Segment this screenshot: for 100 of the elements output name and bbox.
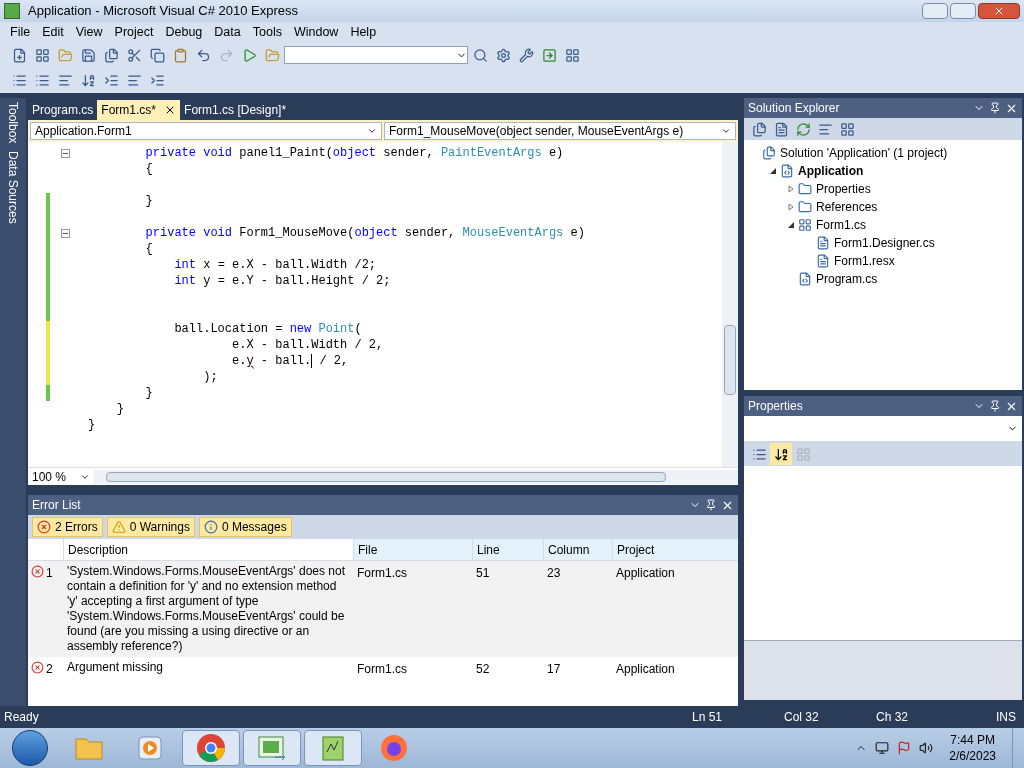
properties-icon	[798, 182, 812, 196]
panel-title: Solution Explorer	[748, 100, 841, 117]
flag-icon[interactable]	[897, 741, 912, 755]
find-combo-box[interactable]	[284, 46, 468, 64]
side-tab[interactable]: Data Sources	[4, 151, 22, 225]
horizontal-scrollbar[interactable]	[94, 469, 738, 484]
clock-time[interactable]: 7:44 PM	[950, 732, 995, 748]
code-line: {	[144, 161, 153, 178]
start-button[interactable]	[12, 730, 48, 766]
tree-item[interactable]: Program.cs	[816, 270, 878, 288]
member-dropdown[interactable]: Form1_MouseMove(object sender, MouseEventArgs e)	[384, 122, 736, 140]
code-line: }	[144, 193, 153, 210]
column-header[interactable]: Project	[612, 539, 738, 560]
filter-toggle[interactable]: 0 Warnings	[106, 517, 195, 537]
taskbar-button[interactable]	[304, 730, 362, 766]
network-icon[interactable]	[875, 741, 890, 755]
pin-icon[interactable]	[705, 499, 717, 511]
code-line: }	[115, 401, 124, 418]
project-icon	[780, 164, 794, 178]
play-icon[interactable]	[137, 735, 163, 761]
clock-date[interactable]: 2/6/2023	[949, 748, 996, 764]
browser-icon[interactable]	[379, 733, 409, 763]
menu-item[interactable]: File	[4, 22, 37, 42]
minimize-button[interactable]	[922, 3, 948, 19]
column-header[interactable]: Column	[543, 539, 612, 560]
type-dropdown[interactable]: Application.Form1	[30, 122, 382, 140]
column-header[interactable]: File	[353, 539, 472, 560]
notepad-icon[interactable]	[320, 734, 346, 762]
tree-item[interactable]: Form1.Designer.cs	[834, 234, 935, 252]
collapsed-arrow-icon[interactable]	[787, 185, 795, 193]
code-line: }	[144, 385, 153, 402]
code-line: private void panel1_Paint(object sender, PaintEventArgs e)	[144, 145, 564, 162]
csfile-icon	[798, 272, 812, 286]
tree-item[interactable]: Application	[798, 162, 864, 180]
menu-item[interactable]: Project	[108, 22, 160, 42]
code-line: int x = e.X - ball.Width /2;	[173, 257, 377, 274]
collapsed-arrow-icon[interactable]	[787, 203, 795, 211]
panel-title: Properties	[748, 398, 804, 415]
taskbar-button[interactable]	[243, 730, 301, 766]
menu-item[interactable]: Debug	[159, 22, 209, 42]
code-line: e.y - ball. / 2,	[231, 352, 349, 370]
scroll-thumb[interactable]	[724, 324, 736, 395]
pin-icon[interactable]	[989, 102, 1001, 114]
tree-item[interactable]: Form1.cs	[816, 216, 866, 234]
tree-item[interactable]: Form1.resx	[834, 252, 895, 270]
pin-icon[interactable]	[989, 400, 1001, 412]
menu-item[interactable]: Window	[287, 22, 345, 42]
form-icon	[798, 218, 812, 232]
close-button[interactable]	[978, 3, 1020, 19]
document-tab[interactable]: Form1.cs [Design]*	[180, 100, 291, 120]
collapse-toggle[interactable]	[60, 148, 70, 158]
menu-item[interactable]: Help	[344, 22, 383, 42]
expanded-arrow-icon[interactable]	[769, 167, 777, 175]
table-cell-text: Argument missing	[66, 660, 165, 676]
menu-item[interactable]: View	[69, 22, 109, 42]
status-message: Ready	[4, 709, 40, 726]
code-line: );	[202, 369, 218, 386]
column-header[interactable]: Line	[472, 539, 543, 560]
references-icon	[798, 200, 812, 214]
text-caret	[311, 353, 313, 368]
code-line: e.X - ball.Width / 2,	[231, 337, 384, 354]
menu-item[interactable]: Data	[208, 22, 247, 42]
alphabetical-icon[interactable]	[770, 443, 792, 465]
tree-item[interactable]: Properties	[816, 180, 871, 198]
zoom-dropdown[interactable]: 100 %	[28, 467, 94, 486]
table-cell-text: Application	[615, 661, 676, 678]
browser-icon[interactable]	[196, 733, 226, 763]
tree-item[interactable]: Solution 'Application' (1 project)	[780, 144, 948, 162]
status-char: Ch 32	[876, 709, 909, 726]
table-cell-text: 'System.Windows.Forms.MouseEventArgs' does not contain a definition for 'y' and no extension method 'y' accepting a first argument of type 'System.Windows.Forms.MouseEventArgs' could be found (are you missing a using directive or an assembly reference?)	[66, 564, 346, 654]
table-cell-text: 17	[546, 661, 562, 678]
volume-icon[interactable]	[919, 741, 934, 755]
filter-toggle[interactable]: 0 Messages	[198, 517, 292, 537]
info-icon	[203, 520, 218, 534]
restore-button[interactable]	[950, 3, 976, 19]
status-column: Col 32	[784, 708, 876, 726]
document-tab[interactable]: Form1.cs*	[97, 100, 181, 120]
side-tab[interactable]: Toolbox	[4, 102, 22, 144]
table-cell-text: 52	[475, 661, 491, 678]
menu-item[interactable]: Edit	[36, 22, 70, 42]
table-cell-text: Form1.cs	[356, 565, 408, 582]
error-icon	[31, 565, 44, 578]
vertical-scrollbar[interactable]	[722, 142, 738, 467]
code-window-icon[interactable]	[257, 735, 287, 761]
taskbar-button[interactable]	[182, 730, 240, 766]
menu-item[interactable]: Tools	[246, 22, 288, 42]
document-tab[interactable]: Program.cs	[28, 100, 98, 120]
expanded-arrow-icon[interactable]	[787, 221, 795, 229]
tree-item[interactable]: References	[816, 198, 878, 216]
filter-toggle[interactable]: 2 Errors	[32, 517, 103, 537]
table-cell-text: 1	[45, 565, 54, 582]
code-line: ball.Location = new Point(	[173, 321, 362, 338]
table-cell-text: Application	[615, 565, 676, 582]
code-line: int y = e.Y - ball.Height / 2;	[173, 273, 391, 290]
status-mode: INS	[996, 709, 1017, 726]
code-line: {	[144, 241, 153, 258]
collapse-toggle[interactable]	[60, 228, 70, 238]
file-icon	[816, 236, 830, 250]
table-cell-text: 51	[475, 565, 491, 582]
file-icon	[816, 254, 830, 268]
